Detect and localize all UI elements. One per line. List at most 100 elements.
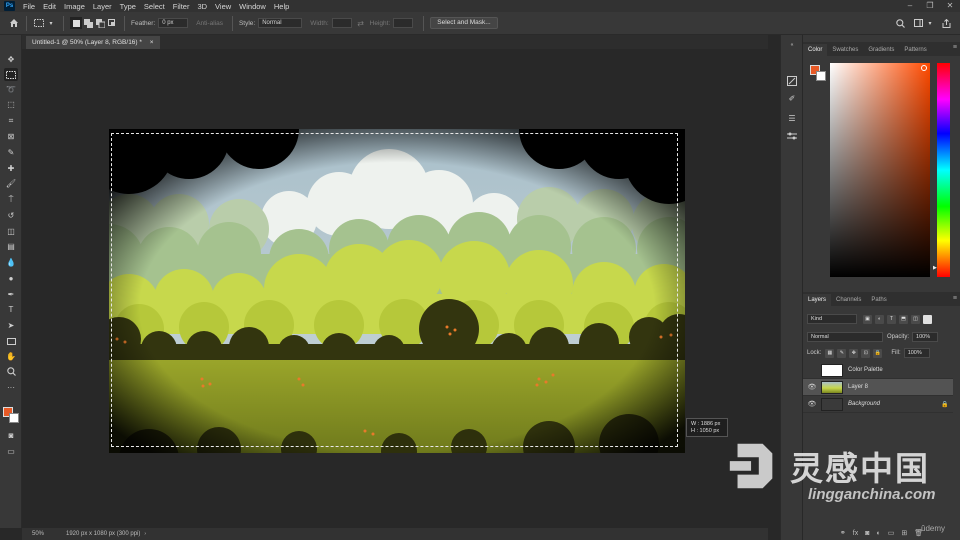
pen-tool-icon[interactable]: ✒ bbox=[4, 288, 18, 301]
menu-layer[interactable]: Layer bbox=[89, 2, 116, 11]
layer-row-layer-8[interactable]: 👁 Layer 8 bbox=[803, 379, 953, 396]
close-tab-icon[interactable]: × bbox=[150, 39, 154, 46]
rectangular-marquee-tool-icon[interactable] bbox=[4, 68, 18, 81]
layers-panel-menu-icon[interactable]: ≡ bbox=[953, 295, 957, 302]
fill-input[interactable]: 100% bbox=[903, 348, 930, 358]
dodge-tool-icon[interactable]: ● bbox=[4, 272, 18, 285]
style-select[interactable]: Normal bbox=[258, 18, 303, 28]
feather-input[interactable]: 0 px bbox=[158, 18, 189, 28]
lock-artboard-icon[interactable]: ⊡ bbox=[861, 348, 871, 358]
menu-image[interactable]: Image bbox=[60, 2, 89, 11]
kind-filter-select[interactable]: Kind bbox=[807, 314, 857, 324]
layer-name[interactable]: Color Palette bbox=[848, 367, 953, 373]
menu-select[interactable]: Select bbox=[140, 2, 169, 11]
menu-help[interactable]: Help bbox=[270, 2, 293, 11]
filter-adjustment-icon[interactable]: ◐ bbox=[875, 314, 884, 324]
frame-tool-icon[interactable]: ⊠ bbox=[4, 130, 18, 143]
subtract-selection-icon[interactable] bbox=[94, 17, 106, 29]
history-brush-tool-icon[interactable]: ↺ bbox=[4, 209, 18, 222]
new-selection-icon[interactable] bbox=[70, 17, 82, 29]
filter-pixel-icon[interactable]: ▣ bbox=[863, 314, 872, 324]
home-icon[interactable] bbox=[8, 17, 20, 29]
chevron-down-icon[interactable]: ▾ bbox=[45, 17, 57, 29]
menu-type[interactable]: Type bbox=[116, 2, 140, 11]
photoshop-logo[interactable]: Ps bbox=[4, 1, 15, 11]
filter-smart-object-icon[interactable]: ◫ bbox=[911, 314, 920, 324]
menu-3d[interactable]: 3D bbox=[193, 2, 211, 11]
share-icon[interactable] bbox=[940, 17, 952, 29]
quick-mask-icon[interactable]: ◙ bbox=[4, 429, 18, 442]
minimize-button[interactable]: – bbox=[900, 0, 920, 12]
menu-edit[interactable]: Edit bbox=[39, 2, 60, 11]
menu-file[interactable]: File bbox=[19, 2, 39, 11]
collapse-icon[interactable]: « bbox=[785, 39, 799, 51]
workspace-icon[interactable] bbox=[912, 17, 924, 29]
path-selection-tool-icon[interactable]: ➤ bbox=[4, 319, 18, 332]
eye-icon[interactable]: 👁 bbox=[803, 400, 821, 408]
adjustment-layer-icon[interactable]: ◐ bbox=[876, 530, 880, 537]
clone-stamp-tool-icon[interactable]: ⍑ bbox=[4, 193, 18, 206]
layer-row-background[interactable]: 👁 Background 🔒 bbox=[803, 396, 953, 413]
layer-name[interactable]: Layer 8 bbox=[848, 384, 953, 390]
workspace-chevron-icon[interactable]: ▾ bbox=[924, 17, 936, 29]
intersect-selection-icon[interactable] bbox=[106, 17, 118, 29]
properties-panel-icon[interactable]: ☰ bbox=[785, 112, 799, 124]
gradient-tool-icon[interactable]: ▤ bbox=[4, 240, 18, 253]
menu-view[interactable]: View bbox=[211, 2, 235, 11]
background-color-swatch[interactable] bbox=[9, 413, 19, 423]
hand-tool-icon[interactable]: ✋ bbox=[4, 350, 18, 363]
anti-alias-checkbox[interactable]: Anti-alias bbox=[196, 20, 223, 27]
lock-all-icon[interactable]: 🔒 bbox=[873, 348, 883, 358]
blend-mode-select[interactable]: Normal bbox=[807, 332, 883, 342]
menu-filter[interactable]: Filter bbox=[169, 2, 194, 11]
artwork-canvas[interactable] bbox=[109, 129, 685, 453]
crop-tool-icon[interactable]: ⌗ bbox=[4, 114, 18, 127]
history-panel-icon[interactable] bbox=[785, 75, 799, 87]
width-input[interactable] bbox=[331, 18, 352, 28]
document-tab[interactable]: Untitled-1 @ 50% (Layer 8, RGB/16) * × bbox=[26, 36, 160, 49]
type-tool-icon[interactable]: T bbox=[4, 303, 18, 316]
rectangle-tool-icon[interactable] bbox=[4, 335, 18, 348]
select-and-mask-button[interactable]: Select and Mask... bbox=[430, 17, 498, 29]
hue-slider[interactable] bbox=[937, 63, 950, 277]
eyedropper-tool-icon[interactable]: ✎ bbox=[4, 146, 18, 159]
new-layer-icon[interactable]: ⊞ bbox=[901, 529, 907, 537]
tab-channels[interactable]: Channels bbox=[831, 294, 866, 306]
healing-brush-tool-icon[interactable]: ✚ bbox=[4, 162, 18, 175]
close-window-button[interactable]: ✕ bbox=[940, 0, 960, 12]
object-selection-tool-icon[interactable]: ⬚ bbox=[4, 98, 18, 111]
screen-mode-icon[interactable]: ▭ bbox=[4, 445, 18, 458]
tab-paths[interactable]: Paths bbox=[866, 294, 891, 306]
filter-shape-icon[interactable]: ⬒ bbox=[899, 314, 908, 324]
color-field[interactable] bbox=[830, 63, 930, 277]
opacity-input[interactable]: 100% bbox=[912, 332, 939, 342]
height-input[interactable] bbox=[393, 18, 414, 28]
add-mask-icon[interactable]: ◙ bbox=[865, 530, 869, 537]
brush-tool-icon[interactable]: 🖌 bbox=[4, 177, 18, 190]
lock-position-icon[interactable]: ✥ bbox=[849, 348, 859, 358]
layer-row-color-palette[interactable]: Color Palette bbox=[803, 362, 953, 379]
add-selection-icon[interactable] bbox=[82, 17, 94, 29]
menu-window[interactable]: Window bbox=[235, 2, 270, 11]
eraser-tool-icon[interactable]: ◫ bbox=[4, 225, 18, 238]
adjustments-panel-icon[interactable] bbox=[785, 130, 799, 142]
layer-style-icon[interactable]: fx bbox=[853, 530, 858, 537]
lock-transparent-icon[interactable]: ▦ bbox=[825, 348, 835, 358]
marquee-preset-icon[interactable] bbox=[33, 17, 45, 29]
blur-tool-icon[interactable]: 💧 bbox=[4, 256, 18, 269]
hue-slider-handle-icon[interactable]: ▶ bbox=[933, 265, 937, 271]
layer-name[interactable]: Background bbox=[848, 401, 941, 407]
color-picker-cursor[interactable] bbox=[921, 65, 927, 71]
filter-type-icon[interactable]: T bbox=[887, 314, 896, 324]
maximize-button[interactable]: ❐ bbox=[920, 0, 940, 12]
search-icon[interactable] bbox=[894, 17, 906, 29]
lasso-tool-icon[interactable]: ➰ bbox=[4, 83, 18, 96]
zoom-level[interactable]: 50% bbox=[22, 531, 52, 537]
move-tool-icon[interactable]: ✥ bbox=[4, 53, 18, 66]
lock-pixels-icon[interactable]: ✎ bbox=[837, 348, 847, 358]
brush-settings-icon[interactable]: ✐ bbox=[785, 92, 799, 104]
tab-layers[interactable]: Layers bbox=[803, 294, 832, 306]
swap-icon[interactable]: ⇄ bbox=[355, 17, 367, 29]
filter-toggle-icon[interactable] bbox=[923, 314, 932, 324]
document-info[interactable]: 1920 px x 1080 px (300 ppi) bbox=[52, 531, 140, 537]
